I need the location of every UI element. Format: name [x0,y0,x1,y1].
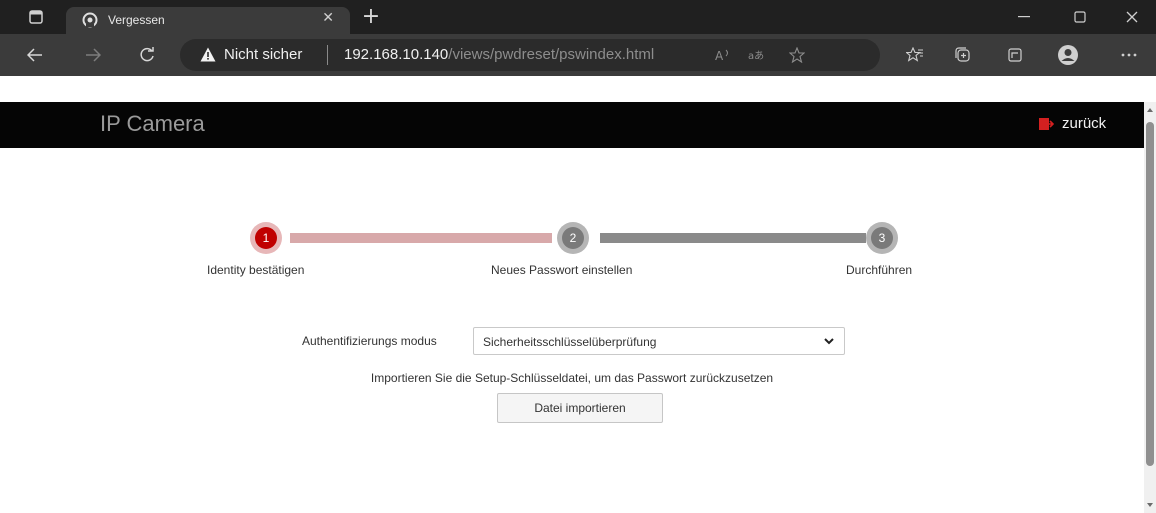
camera-header: IP Camera zurück [0,102,1144,148]
url-host: 192.168.10.140 [344,46,449,63]
favorite-star-icon[interactable] [784,42,810,68]
tab-title: Vergessen [108,13,165,27]
scrollbar-thumb[interactable] [1146,122,1154,466]
address-bar[interactable]: Nicht sicher 192.168.10.140/views/pwdres… [180,39,880,71]
svg-text:A: A [715,49,724,62]
translate-icon[interactable]: aあ [744,42,770,68]
web-page: IP Camera zurück 1 2 3 Identity bestätig… [0,76,1156,513]
minimize-icon[interactable] [1000,0,1048,34]
auth-mode-select[interactable]: Sicherheitsschlüsselüberprüfung [473,327,845,355]
read-aloud-icon[interactable]: A [710,42,736,68]
collections-icon[interactable] [950,42,976,68]
auth-mode-label: Authentifizierungs modus [302,334,437,348]
reload-icon[interactable] [134,42,160,68]
warning-icon [200,47,216,62]
step-2-indicator: 2 [557,222,589,254]
step-1-number: 1 [255,227,277,249]
profile-icon[interactable] [1055,42,1081,68]
import-hint: Importieren Sie die Setup-Schlüsseldatei… [370,371,774,385]
back-link[interactable]: zurück [1038,115,1106,132]
forward-arrow-icon[interactable] [80,42,106,68]
favorites-icon[interactable] [902,42,928,68]
step-3-number: 3 [871,227,893,249]
progress-line-done [290,233,552,243]
chevron-down-icon [824,338,834,345]
step-1-label: Identity bestätigen [207,263,305,277]
step-1-indicator: 1 [250,222,282,254]
back-label: zurück [1062,115,1107,132]
address-bar-row: Nicht sicher 192.168.10.140/views/pwdres… [0,34,1156,76]
back-arrow-icon[interactable] [22,42,48,68]
import-file-button[interactable]: Datei importieren [497,393,663,423]
tab-close-icon[interactable]: ✕ [322,10,334,26]
auth-mode-value: Sicherheitsschlüsselüberprüfung [483,335,657,349]
url-text[interactable]: 192.168.10.140/views/pwdreset/pswindex.h… [344,46,654,63]
page-scrollbar[interactable] [1144,102,1156,513]
browser-tab[interactable]: Vergessen ✕ [66,7,350,34]
progress-line-pending [600,233,866,243]
browser-essentials-icon[interactable] [1002,42,1028,68]
step-3-label: Durchführen [846,263,913,277]
security-label[interactable]: Nicht sicher [224,46,302,63]
maximize-icon[interactable] [1056,0,1104,34]
step-3-indicator: 3 [866,222,898,254]
tab-actions-icon[interactable] [16,0,56,34]
site-favicon-icon [82,12,98,28]
url-path: /views/pwdreset/pswindex.html [448,46,655,63]
scroll-up-icon[interactable] [1147,108,1153,112]
address-separator [327,45,328,65]
close-window-icon[interactable] [1108,0,1156,34]
back-door-icon [1039,117,1054,130]
more-icon[interactable] [1116,42,1142,68]
step-2-label: Neues Passwort einstellen [491,263,633,277]
new-tab-icon[interactable]: + [358,5,384,31]
svg-text:aあ: aあ [748,50,764,62]
scroll-down-icon[interactable] [1147,503,1153,507]
browser-tab-bar: Vergessen ✕ + [0,0,1156,34]
step-2-number: 2 [562,227,584,249]
brand-title: IP Camera [100,111,205,136]
